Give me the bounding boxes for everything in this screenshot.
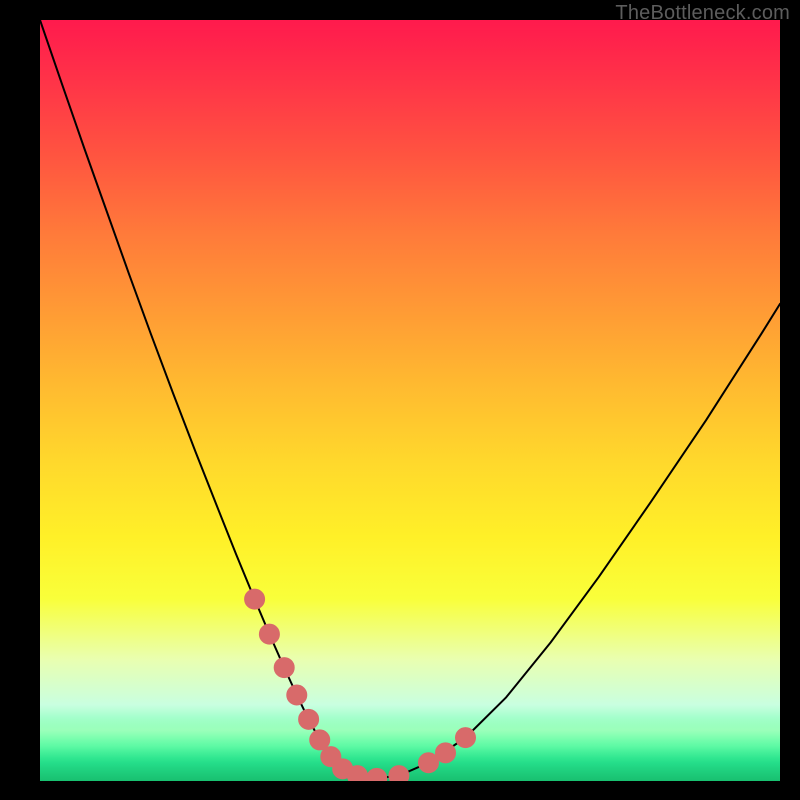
highlight-dot	[456, 728, 476, 748]
highlight-dot	[299, 709, 319, 729]
highlight-dot	[347, 766, 367, 781]
chart-stage: TheBottleneck.com	[0, 0, 800, 800]
highlight-dot	[310, 730, 330, 750]
plot-area	[40, 20, 780, 781]
highlight-dot	[245, 589, 265, 609]
bottleneck-curve	[40, 20, 780, 778]
highlight-dot	[389, 766, 409, 781]
highlight-dot	[274, 658, 294, 678]
highlight-markers	[245, 589, 476, 781]
bottom-black-strip	[40, 781, 780, 800]
highlight-dot	[259, 624, 279, 644]
curve-svg	[40, 20, 780, 781]
highlight-dot	[287, 685, 307, 705]
highlight-dot	[367, 768, 387, 781]
highlight-dot	[436, 743, 456, 763]
